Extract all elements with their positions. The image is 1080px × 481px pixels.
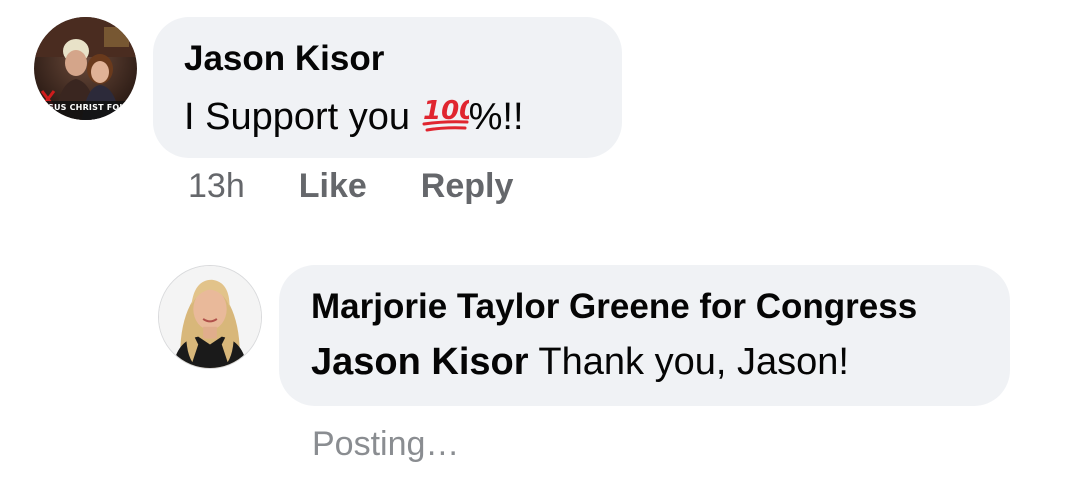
commenter-avatar[interactable]: SUS CHRIST FOLL	[34, 17, 137, 120]
hundred-points-emoji-icon: 100	[421, 93, 469, 133]
comment-text: I Support you 100 %!!	[184, 93, 524, 139]
comment-timestamp[interactable]: 13h	[188, 167, 245, 206]
reply-bubble: Marjorie Taylor Greene for Congress Jaso…	[279, 265, 1010, 406]
comment-bubble: Jason Kisor I Support you 100 %!!	[153, 17, 622, 158]
reply-button[interactable]: Reply	[421, 167, 514, 206]
comment-actions: 13h Like Reply	[188, 167, 513, 206]
profile-photo-woman-icon	[159, 266, 261, 368]
posting-status: Posting…	[312, 425, 460, 463]
reply-text-body: Thank you, Jason!	[528, 341, 849, 383]
replier-avatar[interactable]	[158, 265, 262, 369]
reply-text: Jason Kisor Thank you, Jason!	[311, 341, 849, 384]
reply-author[interactable]: Marjorie Taylor Greene for Congress	[311, 287, 917, 327]
mention-link[interactable]: Jason Kisor	[311, 341, 529, 383]
like-button[interactable]: Like	[299, 167, 367, 206]
comment-text-start: I Support you	[184, 96, 421, 138]
comment-text-end: %!!	[468, 96, 524, 138]
comment-author[interactable]: Jason Kisor	[184, 39, 384, 79]
avatar-caption: SUS CHRIST FOLL	[48, 103, 130, 112]
